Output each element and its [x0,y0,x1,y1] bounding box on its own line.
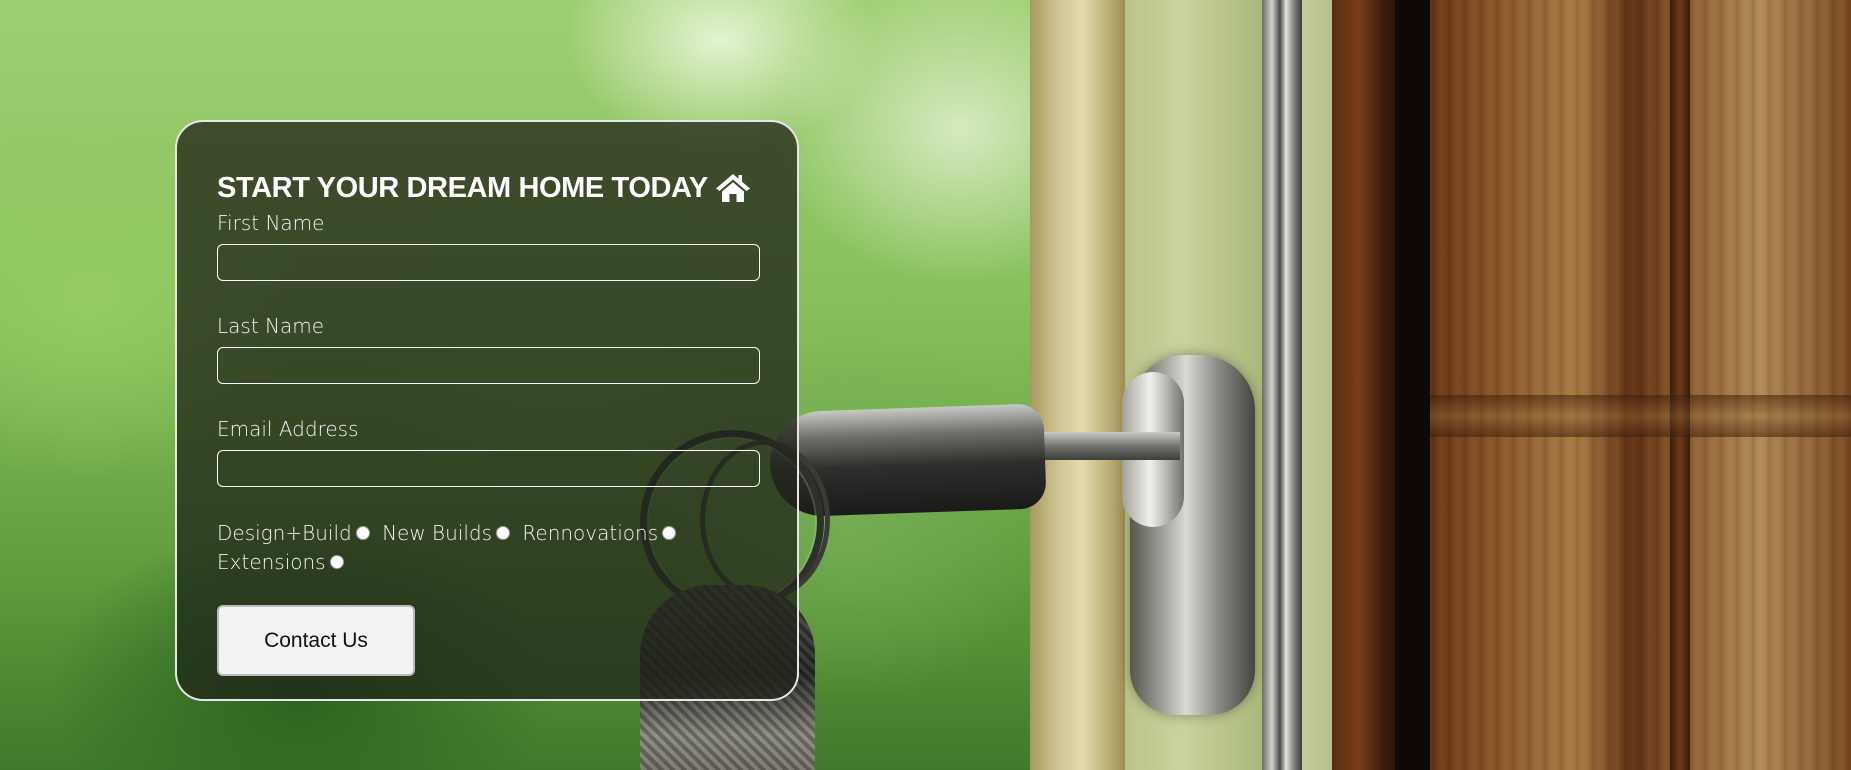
door-panel-rail [1430,395,1851,437]
email-address-input[interactable] [217,450,760,487]
first-name-input[interactable] [217,244,760,281]
option-new-builds: New Builds [382,519,511,548]
radio-rennovations[interactable] [662,526,677,540]
option-rennovations: Rennovations [522,519,677,548]
key-blade [1030,432,1180,460]
wooden-door [1430,0,1851,770]
option-extensions-label: Extensions [217,550,326,574]
door-edge-metal [1262,0,1302,770]
contact-us-button[interactable]: Contact Us [217,605,415,676]
service-options: Design+Build New Builds Rennovations Ext… [217,519,760,577]
radio-extensions[interactable] [329,555,344,569]
contact-form-card: START YOUR DREAM HOME TODAY First Name L… [175,120,799,701]
radio-new-builds[interactable] [496,526,511,540]
door-shadow [1395,0,1430,770]
radio-design-build[interactable] [355,526,370,540]
door-gap-light [1302,0,1332,770]
first-name-label: First Name [217,211,325,235]
last-name-input[interactable] [217,347,760,384]
option-rennovations-label: Rennovations [522,521,659,545]
home-icon [715,174,750,202]
option-extensions: Extensions [217,548,344,577]
door-panel-divider [1670,0,1690,770]
option-design-build: Design+Build [217,519,370,548]
email-address-label: Email Address [217,417,359,441]
door-frame [1030,0,1125,770]
form-title-text: START YOUR DREAM HOME TODAY [217,171,708,204]
option-new-builds-label: New Builds [382,521,493,545]
option-design-build-label: Design+Build [217,521,352,545]
last-name-label: Last Name [217,314,325,338]
form-title: START YOUR DREAM HOME TODAY [217,168,757,208]
